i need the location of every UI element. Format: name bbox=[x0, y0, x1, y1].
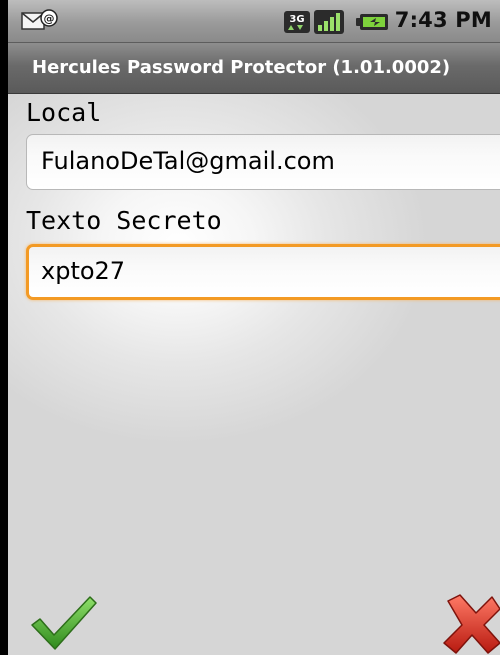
secret-text-input[interactable]: xpto27 bbox=[26, 244, 500, 300]
form-area: Local FulanoDeTal@gmail.com Texto Secret… bbox=[8, 94, 500, 655]
app-title: Hercules Password Protector (1.01.0002) bbox=[32, 57, 451, 78]
battery-icon bbox=[356, 14, 388, 30]
cancel-button[interactable] bbox=[438, 591, 500, 655]
svg-text:@: @ bbox=[44, 12, 55, 25]
svg-text:3G: 3G bbox=[289, 14, 304, 25]
signal-strength-icon bbox=[314, 10, 344, 34]
app-title-bar: Hercules Password Protector (1.01.0002) bbox=[8, 43, 500, 94]
local-label: Local bbox=[26, 98, 102, 127]
secret-text-label: Texto Secreto bbox=[26, 206, 222, 235]
status-clock: 7:43 PM bbox=[394, 8, 492, 32]
network-3g-icon: 3G bbox=[284, 11, 310, 33]
local-input[interactable]: FulanoDeTal@gmail.com bbox=[26, 134, 500, 190]
confirm-button[interactable] bbox=[30, 593, 98, 653]
phone-screen: @ 3G 7:43 PM Hercules Password Protector… bbox=[8, 0, 500, 655]
mail-notification-icon[interactable]: @ bbox=[20, 7, 60, 37]
checkmark-icon bbox=[31, 596, 97, 650]
status-bar: @ 3G 7:43 PM bbox=[8, 0, 500, 43]
close-x-icon bbox=[443, 594, 500, 654]
